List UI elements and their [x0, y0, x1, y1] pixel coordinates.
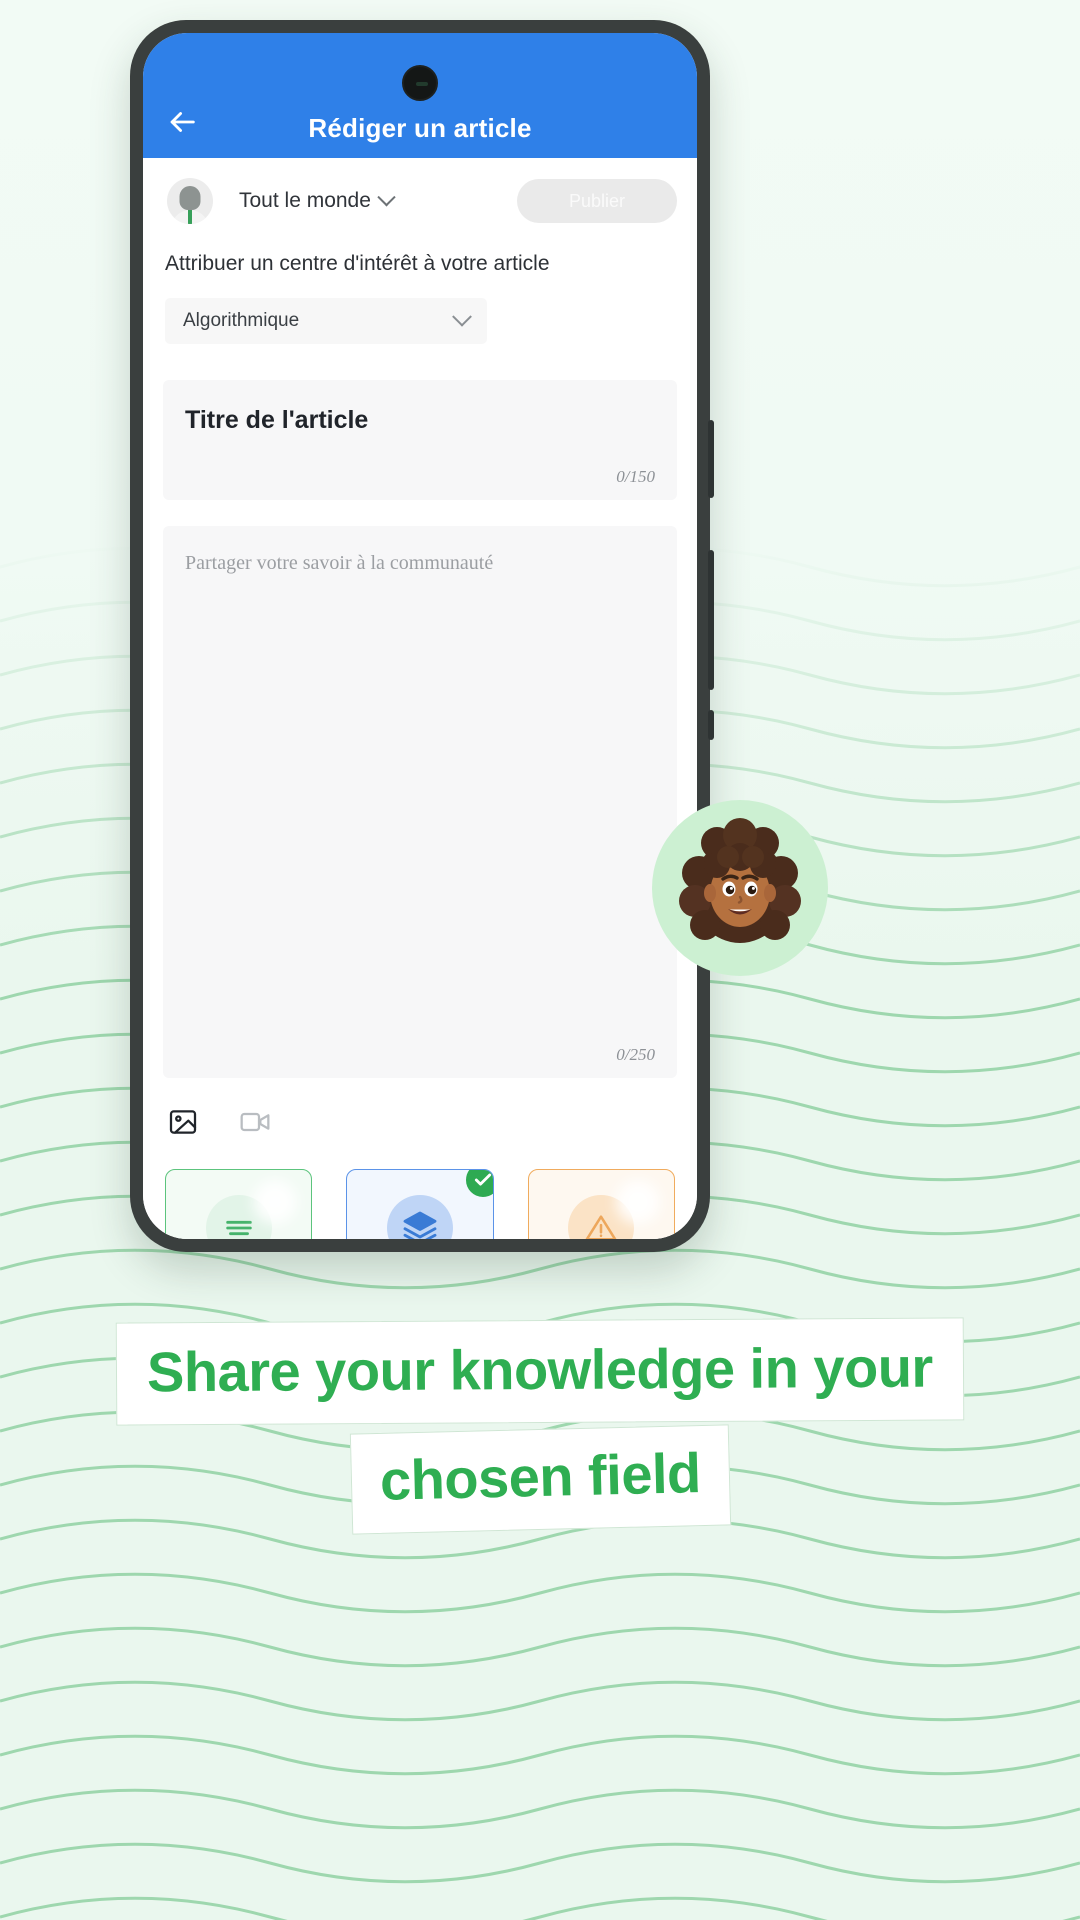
article-title-placeholder: Titre de l'article — [185, 406, 369, 434]
chevron-down-icon — [377, 187, 396, 206]
card-gloss — [615, 1180, 660, 1224]
phone-screen: Rédiger un article Tout le monde Publier… — [143, 33, 697, 1239]
audience-row: Tout le monde Publier — [163, 158, 677, 244]
post-type-card-article[interactable]: Article — [346, 1169, 494, 1239]
avatar — [167, 178, 213, 224]
arrow-left-icon — [165, 105, 199, 144]
interest-select[interactable]: Algorithmique — [165, 298, 487, 344]
card-gloss — [253, 1180, 298, 1224]
audience-label: Tout le monde — [239, 189, 371, 212]
compose-form: Tout le monde Publier Attribuer un centr… — [143, 158, 697, 1239]
phone-power-button — [708, 710, 714, 740]
app-bar: Rédiger un article — [143, 33, 697, 158]
title-char-counter: 0/150 — [616, 467, 655, 486]
front-camera-punch-hole — [402, 65, 438, 101]
post-type-cards: Publication Art — [163, 1143, 677, 1239]
phone-frame: Rédiger un article Tout le monde Publier… — [130, 20, 714, 1252]
chevron-down-icon — [452, 306, 472, 327]
caption: Share your knowledge in your chosen fiel… — [0, 1317, 1080, 1535]
body-char-counter: 0/250 — [616, 1045, 655, 1064]
back-button[interactable] — [143, 105, 221, 144]
image-icon[interactable] — [167, 1106, 199, 1143]
phone-side-button — [708, 420, 714, 498]
phone-volume-button — [708, 550, 714, 690]
article-body-placeholder: Partager votre savoir à la communauté — [185, 552, 494, 574]
video-camera-icon[interactable] — [239, 1106, 271, 1143]
layers-icon — [386, 1195, 453, 1239]
post-type-card-publication[interactable]: Publication — [165, 1169, 313, 1239]
check-circle-icon — [462, 1170, 493, 1200]
audience-selector[interactable]: Tout le monde — [239, 187, 396, 213]
article-title-input[interactable]: Titre de l'article 0/150 — [163, 380, 677, 500]
post-type-card-probleme[interactable]: Probléme — [527, 1169, 675, 1239]
interest-select-value: Algorithmique — [183, 310, 300, 331]
caption-line-2: chosen field — [349, 1424, 731, 1535]
interest-section-label: Attribuer un centre d'intérêt à votre ar… — [165, 252, 550, 275]
article-body-input[interactable]: Partager votre savoir à la communauté 0/… — [163, 526, 677, 1078]
publish-button[interactable]: Publier — [517, 179, 677, 223]
page-title: Rédiger un article — [308, 113, 532, 143]
woman-curly-hair-emoji — [679, 818, 801, 943]
emoji-avatar-bubble — [652, 800, 828, 976]
caption-line-1: Share your knowledge in your — [115, 1317, 965, 1426]
media-toolbar — [163, 1078, 677, 1143]
